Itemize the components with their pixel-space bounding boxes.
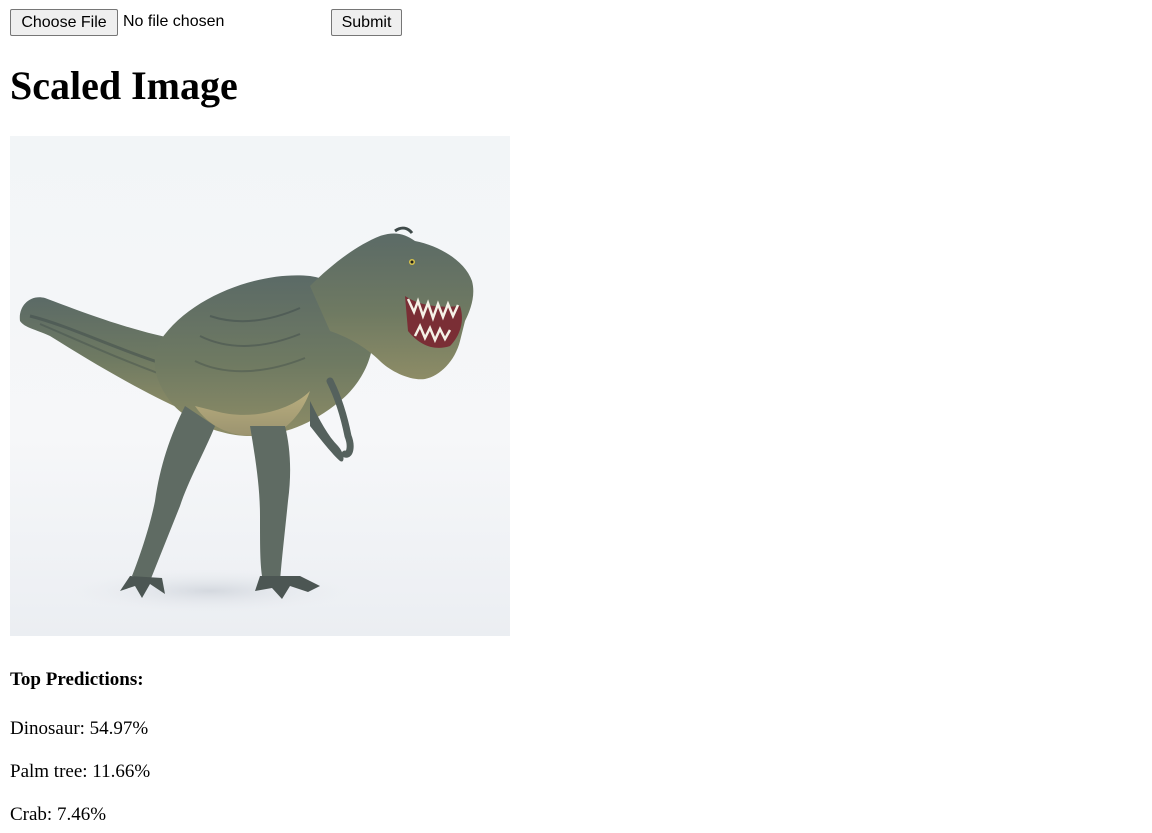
prediction-item: Dinosaur: 54.97% bbox=[10, 718, 149, 739]
dinosaur-image bbox=[10, 136, 510, 636]
prediction-item: Palm tree: 11.66% bbox=[10, 761, 151, 782]
submit-button[interactable]: Submit bbox=[331, 9, 402, 36]
upload-form: Choose File No file chosen Submit bbox=[10, 9, 410, 36]
predictions-heading: Top Predictions: bbox=[10, 669, 144, 690]
choose-file-button[interactable]: Choose File bbox=[10, 9, 118, 36]
page-title: Scaled Image bbox=[10, 63, 238, 108]
scaled-image bbox=[10, 136, 510, 636]
prediction-item: Crab: 7.46% bbox=[10, 804, 107, 825]
file-status-text: No file chosen bbox=[123, 13, 225, 30]
